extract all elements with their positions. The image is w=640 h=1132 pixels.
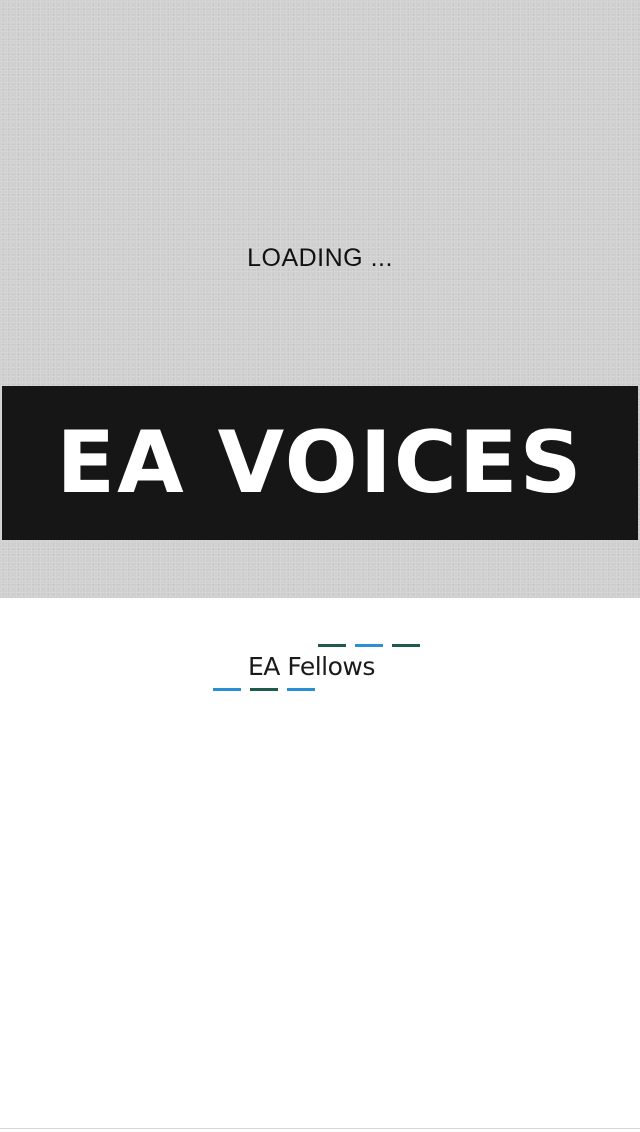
logo-dash-top-2 <box>355 644 383 647</box>
logo-dash-top-3 <box>392 644 420 647</box>
logo-dash-bottom-3 <box>287 688 315 691</box>
loading-indicator: LOADING ... <box>247 244 393 272</box>
app-screen: LOADING ... EA VOICES EA Fellows <box>0 0 640 1132</box>
splash-panel: LOADING ... EA VOICES <box>0 0 640 598</box>
logo-dash-bottom-2 <box>250 688 278 691</box>
title-banner: EA VOICES <box>2 386 638 540</box>
logo-text: EA Fellows <box>248 652 375 681</box>
app-title: EA VOICES <box>56 413 584 513</box>
logo-dash-bottom-1 <box>213 688 241 691</box>
ea-fellows-logo: EA Fellows <box>210 644 424 694</box>
logo-dash-top-1 <box>318 644 346 647</box>
bottom-divider <box>0 1128 640 1129</box>
